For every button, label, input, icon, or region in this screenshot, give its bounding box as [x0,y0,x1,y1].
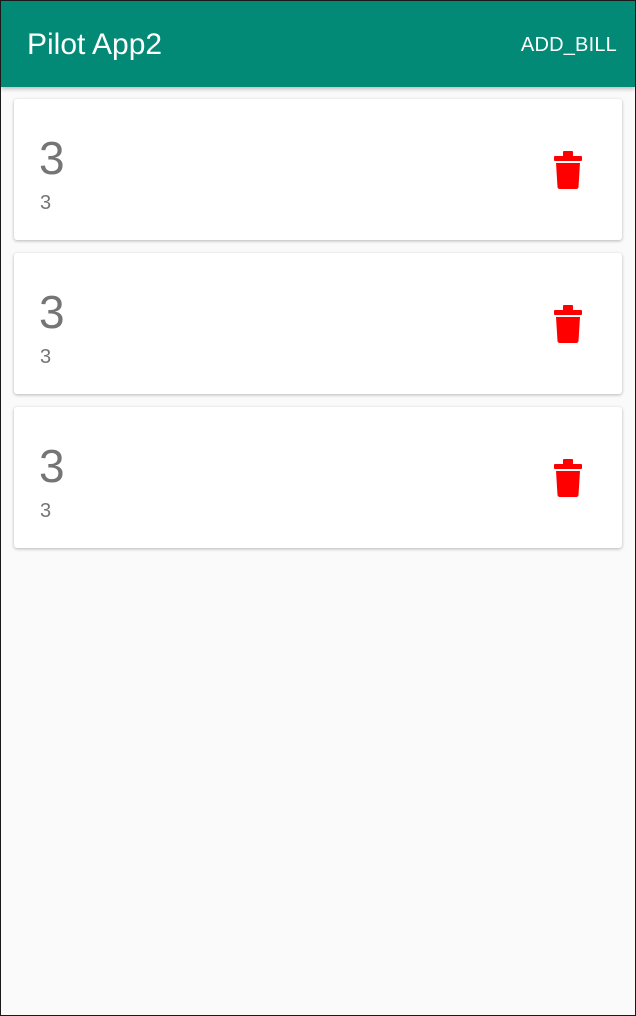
delete-bill-button[interactable] [541,145,597,197]
app-title: Pilot App2 [27,28,163,61]
bill-subtitle: 3 [40,192,52,214]
bill-title: 3 [39,132,65,184]
app-bar: Pilot App2 ADD_BILL [1,1,635,87]
bill-card[interactable]: 3 3 [14,99,622,240]
bill-title: 3 [39,440,65,492]
bill-list: 3 3 3 3 3 3 [14,99,622,561]
delete-bill-button[interactable] [541,299,597,351]
bill-card[interactable]: 3 3 [14,253,622,394]
bill-card[interactable]: 3 3 [14,407,622,548]
trash-icon [554,305,582,343]
bill-title: 3 [39,286,65,338]
trash-icon [554,151,582,189]
delete-bill-button[interactable] [541,453,597,505]
bill-subtitle: 3 [40,346,52,368]
trash-icon [554,459,582,497]
screen: Pilot App2 ADD_BILL 3 3 3 3 3 3 [1,1,635,1015]
add-bill-button[interactable]: ADD_BILL [521,1,617,89]
bill-subtitle: 3 [40,500,52,522]
